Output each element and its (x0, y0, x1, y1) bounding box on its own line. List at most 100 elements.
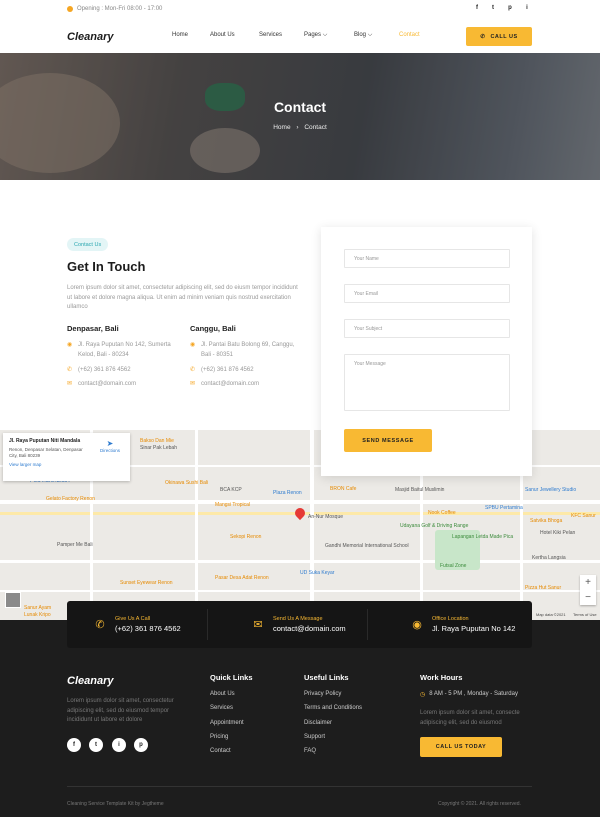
nav-blog-label: Blog (354, 32, 367, 38)
facebook-icon[interactable]: f (472, 5, 482, 11)
footer-link-support[interactable]: Support (304, 734, 325, 740)
nav-pages[interactable]: Pages ⌵ (304, 32, 327, 39)
map-place: Gelato Factory Renon (46, 496, 95, 502)
map-place: Satvika Bhoga (530, 518, 563, 524)
breadcrumb-home[interactable]: Home (273, 124, 290, 131)
directions-button[interactable]: ➤ Directions (100, 439, 120, 453)
page-title: Contact (273, 99, 327, 115)
opening-hours: Opening : Mon-Fri 08:00 - 17:00 (67, 6, 162, 12)
map-place: An-Nur Mosque (308, 514, 344, 520)
pinterest-icon[interactable]: p (505, 5, 515, 11)
work-hours: ◷ 8 AM - 5 PM , Monday - Saturday (420, 691, 518, 698)
footer-link-appointment[interactable]: Appointment (210, 720, 244, 726)
map-terms-link[interactable]: Terms of Use (573, 612, 597, 617)
footer-copyright: Copyright © 2021. All rights reserved. (438, 801, 521, 807)
envelope-icon: ✉ (253, 619, 263, 631)
instagram-icon[interactable]: i (522, 5, 532, 11)
clock-icon (67, 6, 73, 12)
footer-link-pricing[interactable]: Pricing (210, 734, 228, 740)
chevron-down-icon: ⌵ (367, 32, 373, 38)
map-place: KFC Sanur (571, 513, 596, 519)
pinterest-icon[interactable]: p (134, 738, 148, 752)
nav-services[interactable]: Services (259, 32, 282, 38)
map-place: Pasar Desa Adat Renon (215, 575, 269, 581)
footer-link-about[interactable]: About Us (210, 691, 235, 697)
message-field[interactable]: Your Message (344, 354, 510, 411)
facebook-icon[interactable]: f (67, 738, 81, 752)
map-place: BCA KCP (220, 487, 242, 493)
name-field[interactable]: Your Name (344, 249, 510, 268)
contact-info-bar: ✆ Give Us A Call (+62) 361 876 4562 ✉ Sen… (67, 601, 532, 648)
phone-icon: ✆ (190, 367, 196, 373)
map-place: SPBU Pertamina (485, 505, 523, 511)
map-place: Lapangan Letda Made Pica (452, 534, 514, 540)
map-marker-icon[interactable] (292, 505, 308, 521)
office-email: ✉ contact@domain.com (190, 380, 259, 390)
nav-blog[interactable]: Blog ⌵ (354, 32, 372, 39)
footer-credit: Cleaning Service Template Kit by Jegthem… (67, 801, 164, 807)
send-message-button[interactable]: SEND MESSAGE (344, 429, 432, 452)
breadcrumb: Home › Contact (0, 124, 600, 131)
map-place: Sekopi Renon (230, 534, 262, 540)
map-place: Mangsi Tropical (215, 502, 251, 508)
section-heading: Get In Touch (67, 259, 146, 274)
info-message[interactable]: ✉ Send Us A Message contact@domain.com (251, 601, 345, 648)
footer-link-disclaimer[interactable]: Disclaimer (304, 720, 332, 726)
footer-divider (67, 786, 532, 787)
office-phone: ✆ (+62) 361 876 4562 (67, 366, 131, 376)
map-info-card: Jl. Raya Puputan Niti Mandala Renon, Den… (3, 433, 130, 481)
section-lead: Lorem ipsum dolor sit amet, consectetur … (67, 285, 298, 310)
office-city: Denpasar, Bali (67, 324, 119, 333)
footer-link-contact[interactable]: Contact (210, 748, 231, 754)
section-tag: Contact Us (67, 238, 109, 251)
footer-link-faq[interactable]: FAQ (304, 748, 316, 754)
footer-logo[interactable]: Cleanary (67, 675, 113, 687)
nav-home[interactable]: Home (172, 32, 188, 38)
twitter-icon[interactable]: t (488, 5, 498, 11)
info-call[interactable]: ✆ Give Us A Call (+62) 361 876 4562 (93, 601, 180, 648)
phone-icon: ✆ (95, 619, 105, 631)
zoom-in-button[interactable]: + (580, 575, 596, 590)
map-attribution: Map data ©2021 (536, 612, 566, 617)
map-place: Sunset Eyewear Renon (120, 580, 173, 586)
map-place: Futsal Zone (440, 563, 467, 569)
view-larger-map-link[interactable]: View larger map (9, 462, 124, 467)
breadcrumb-current: Contact (304, 124, 327, 131)
instagram-icon[interactable]: i (112, 738, 126, 752)
map-place: Sanur Ayam (24, 605, 52, 611)
map-place: Kertha Langsia (532, 555, 566, 561)
location-pin-icon: ◉ (67, 342, 73, 348)
directions-icon: ➤ (106, 439, 114, 448)
map-place: Pizza Hut Sanur (525, 585, 562, 591)
zoom-out-button[interactable]: − (580, 590, 596, 605)
nav-contact[interactable]: Contact (399, 32, 420, 38)
footer-link-services[interactable]: Services (210, 705, 233, 711)
nav-pages-label: Pages (304, 32, 322, 38)
map-layer-toggle[interactable] (5, 592, 21, 608)
phone-icon: ✆ (480, 33, 486, 40)
call-us-button[interactable]: ✆ CALL US (466, 27, 532, 46)
email-field[interactable]: Your Email (344, 284, 510, 303)
call-us-today-button[interactable]: CALL US TODAY (420, 737, 502, 757)
nav-about[interactable]: About Us (210, 32, 235, 38)
office-city: Canggu, Bali (190, 324, 236, 333)
map-place: Gandhi Memorial International School (325, 543, 409, 549)
breadcrumb-separator: › (296, 124, 299, 131)
footer-link-terms[interactable]: Terms and Conditions (304, 705, 362, 711)
map-place: Sanur Jewellery Studio (525, 487, 577, 493)
site-logo[interactable]: Cleanary (67, 31, 113, 43)
subject-field[interactable]: Your Subject (344, 319, 510, 338)
map-place: Plaza Renon (273, 490, 302, 496)
quick-links-heading: Quick Links (210, 673, 253, 682)
phone-icon: ✆ (67, 367, 73, 373)
info-location[interactable]: ◉ Office Location Jl. Raya Puputan No 142 (410, 601, 515, 648)
footer-link-privacy[interactable]: Privacy Policy (304, 691, 341, 697)
map-place: Hotel Kiki Pelan (540, 530, 576, 536)
footer-description: Lorem ipsum dolor sit amet, consectetur … (67, 698, 174, 723)
twitter-icon[interactable]: t (89, 738, 103, 752)
map-place: Udayana Golf & Driving Range (400, 523, 469, 529)
envelope-icon: ✉ (190, 381, 196, 387)
map-place: Nook Coffee (428, 510, 456, 516)
map-place: UD Suka Keyar (300, 570, 335, 576)
directions-label: Directions (100, 448, 121, 453)
